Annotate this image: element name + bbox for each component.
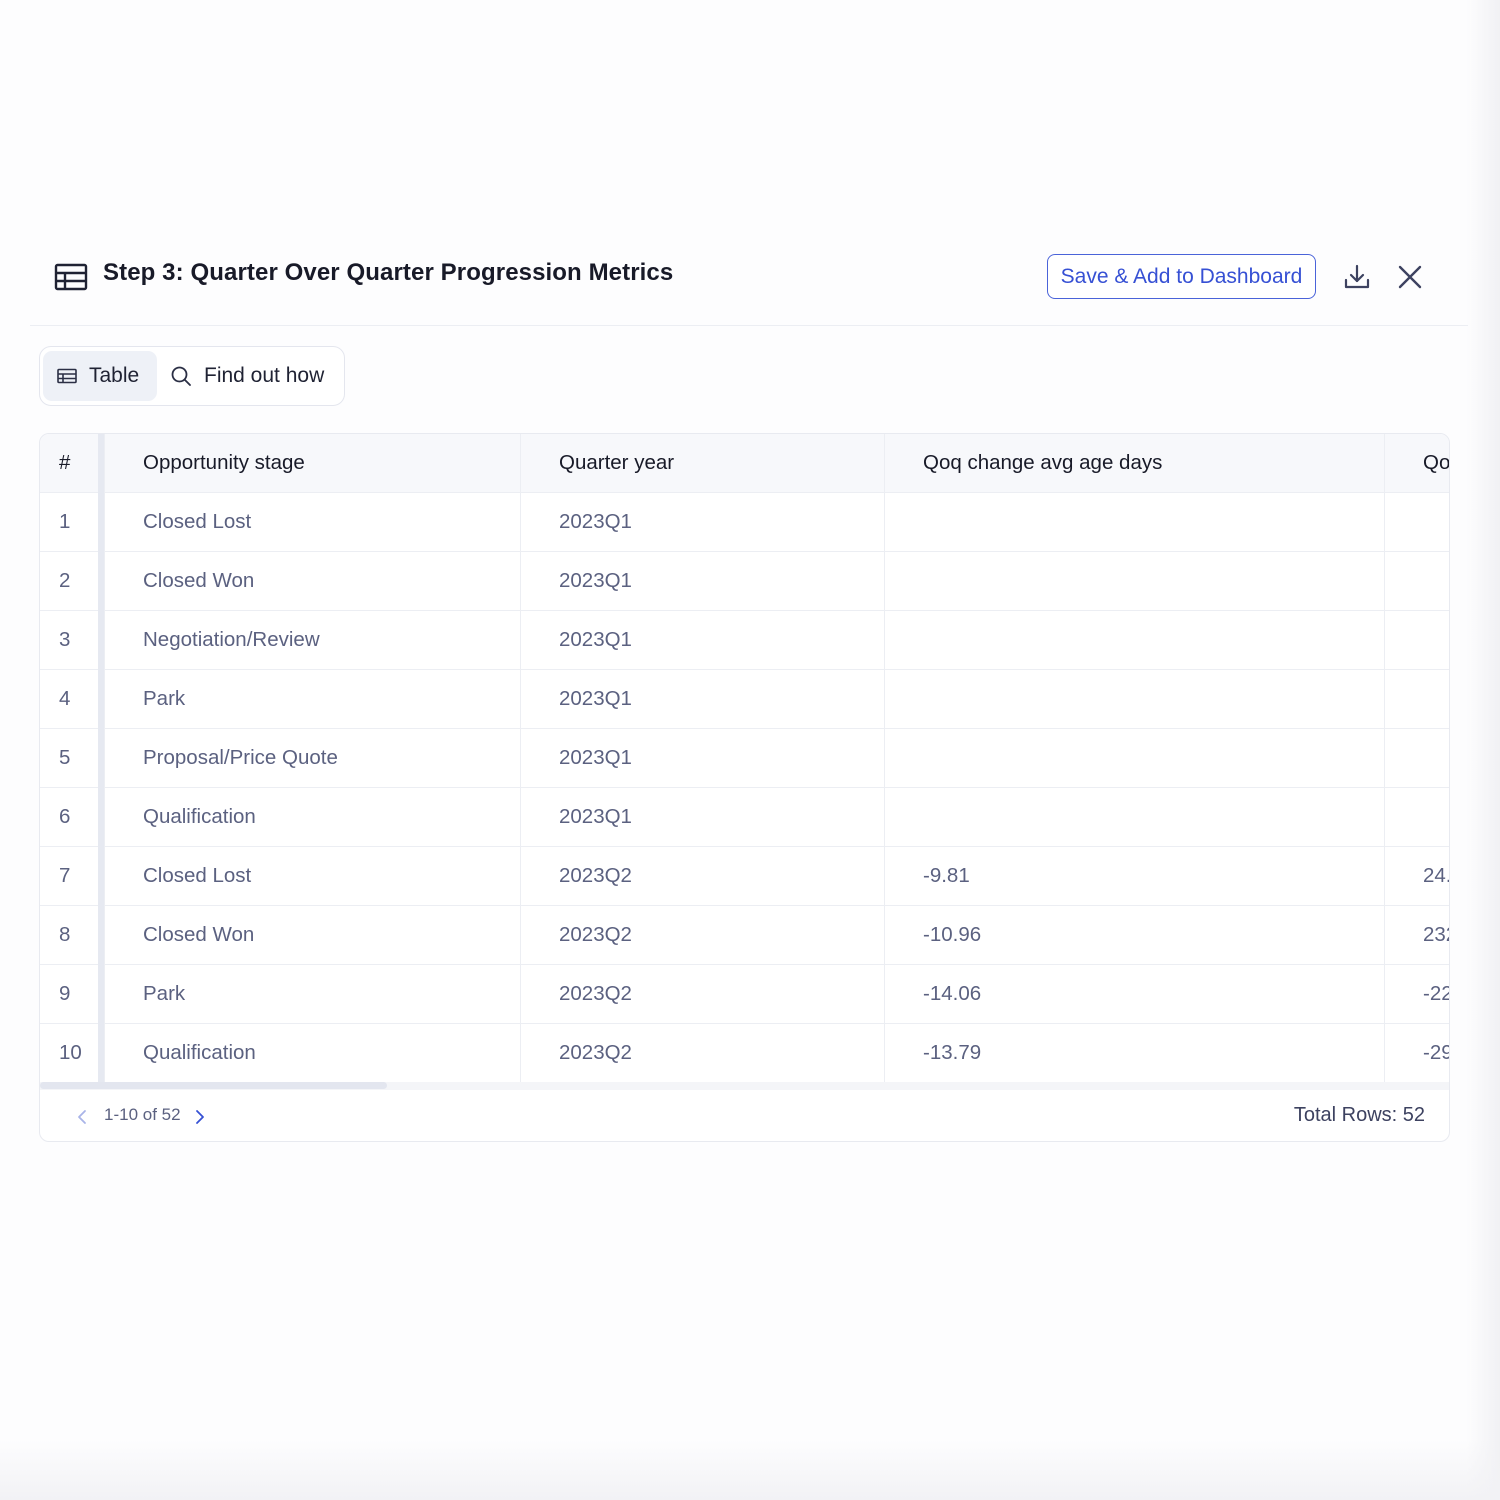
cell-qoq-change-avg-age-days: [884, 788, 1384, 846]
cell-qoq-change-avg-age-days: [884, 670, 1384, 728]
cell-truncated-value: -22: [1384, 965, 1449, 1023]
cell-truncated-value: 232: [1384, 906, 1449, 964]
table-row[interactable]: 8 Closed Won2023Q2-10.96232: [40, 906, 1449, 965]
table-row[interactable]: 6 Qualification 2023Q1: [40, 788, 1449, 847]
pagination-range: 1-10 of 52: [104, 1105, 181, 1124]
cell-qoq-change-avg-age-days: -9.81: [884, 847, 1384, 905]
cell-opportunity-stage: Closed Lost: [104, 493, 520, 551]
cell-qoq-change-avg-age-days: [884, 552, 1384, 610]
table-row[interactable]: 5 Proposal/Price Quote 2023Q1: [40, 729, 1449, 788]
chevron-left-icon[interactable]: [74, 1107, 90, 1127]
column-header-index[interactable]: #: [40, 434, 100, 492]
download-icon[interactable]: [1342, 262, 1372, 292]
cell-truncated-value: 24.: [1384, 847, 1449, 905]
table-row[interactable]: 1 Closed Lost 2023Q1: [40, 493, 1449, 552]
cell-row-index: 1: [59, 510, 71, 533]
cell-opportunity-stage: Park: [104, 965, 520, 1023]
horizontal-scrollbar-thumb[interactable]: [40, 1082, 387, 1089]
table-row[interactable]: 10 Qualification 2023Q2 -13.79 -29: [40, 1024, 1449, 1082]
cell-truncated-value: [1384, 670, 1449, 728]
cell-quarter-year: 2023Q1: [520, 552, 884, 610]
table-row[interactable]: 3 Negotiation/Review 2023Q1: [40, 611, 1449, 670]
table-icon: [54, 263, 88, 291]
cell-truncated-value: [1384, 611, 1449, 669]
column-header-truncated[interactable]: Qo: [1384, 434, 1449, 492]
cell-qoq-change-avg-age-days: -10.96: [884, 906, 1384, 964]
cell-quarter-year: 2023Q2: [520, 965, 884, 1023]
cell-opportunity-stage: Closed Won: [104, 906, 520, 964]
cell-opportunity-stage: Negotiation/Review: [104, 611, 520, 669]
cell-row-index: 3: [59, 628, 71, 651]
cell-opportunity-stage: Closed Lost: [104, 847, 520, 905]
view-toggle: Table Find out how: [39, 346, 345, 406]
bottom-edge-shade: [0, 1440, 1500, 1500]
tab-find-out-how[interactable]: Find out how: [170, 351, 340, 401]
cell-truncated-value: [1384, 729, 1449, 787]
cell-quarter-year: 2023Q1: [520, 670, 884, 728]
cell-truncated-value: -29: [1384, 1024, 1449, 1082]
table-row[interactable]: 7 Closed Lost 2023Q2 -9.81 24.: [40, 847, 1449, 906]
close-icon[interactable]: [1397, 264, 1423, 290]
cell-row-index: 10: [59, 1041, 82, 1064]
cell-quarter-year: 2023Q2: [520, 1024, 884, 1082]
cell-quarter-year: 2023Q1: [520, 493, 884, 551]
cell-opportunity-stage: Proposal/Price Quote: [104, 729, 520, 787]
cell-opportunity-stage: Closed Won: [104, 552, 520, 610]
cell-row-index: 2: [59, 569, 71, 592]
cell-truncated-value: [1384, 552, 1449, 610]
cell-opportunity-stage: Park: [104, 670, 520, 728]
cell-truncated-value: [1384, 493, 1449, 551]
cell-opportunity-stage: Qualification: [104, 1024, 520, 1082]
cell-opportunity-stage: Qualification: [104, 788, 520, 846]
tab-table-label: Table: [89, 364, 140, 387]
cell-qoq-change-avg-age-days: -13.79: [884, 1024, 1384, 1082]
page-title: Step 3: Quarter Over Quarter Progression…: [103, 259, 674, 286]
cell-row-index: 8: [59, 923, 71, 946]
table-header-row: # Opportunity stage Quarter year Qoq cha…: [40, 434, 1449, 493]
cell-qoq-change-avg-age-days: -14.06: [884, 965, 1384, 1023]
table-icon: [57, 368, 77, 384]
column-header-quarter-year[interactable]: Quarter year: [520, 434, 884, 492]
right-edge-shade: [1466, 0, 1500, 1500]
cell-row-index: 6: [59, 805, 71, 828]
cell-qoq-change-avg-age-days: [884, 611, 1384, 669]
cell-row-index: 7: [59, 864, 71, 887]
table-footer: 1-10 of 52 Total Rows: 52: [40, 1090, 1449, 1141]
cell-qoq-change-avg-age-days: [884, 729, 1384, 787]
pinned-column-divider: [98, 434, 104, 1082]
data-table: # Opportunity stage Quarter year Qoq cha…: [40, 434, 1449, 1082]
cell-truncated-value: [1384, 788, 1449, 846]
cell-row-index: 4: [59, 687, 71, 710]
tab-table[interactable]: Table: [43, 351, 157, 401]
cell-quarter-year: 2023Q1: [520, 611, 884, 669]
search-icon: [171, 366, 191, 386]
table-row[interactable]: 9 Park 2023Q2 -14.06 -22: [40, 965, 1449, 1024]
chevron-right-icon[interactable]: [192, 1107, 208, 1127]
column-header-opportunity-stage[interactable]: Opportunity stage: [104, 434, 520, 492]
column-header-qoq-change-avg-age-days[interactable]: Qoq change avg age days: [884, 434, 1384, 492]
cell-row-index: 9: [59, 982, 71, 1005]
cell-quarter-year: 2023Q1: [520, 729, 884, 787]
dialog-header: Step 3: Quarter Over Quarter Progression…: [30, 245, 1468, 326]
total-rows: Total Rows: 52: [1293, 1104, 1425, 1126]
cell-quarter-year: 2023Q2: [520, 847, 884, 905]
table-row[interactable]: 4 Park 2023Q1: [40, 670, 1449, 729]
data-table-card: # Opportunity stage Quarter year Qoq cha…: [39, 433, 1450, 1142]
cell-row-index: 5: [59, 746, 71, 769]
save-add-to-dashboard-button[interactable]: Save & Add to Dashboard: [1047, 254, 1316, 299]
page: Step 3: Quarter Over Quarter Progression…: [0, 0, 1500, 1500]
cell-qoq-change-avg-age-days: [884, 493, 1384, 551]
cell-quarter-year: 2023Q2: [520, 906, 884, 964]
table-row[interactable]: 2 Closed Won 2023Q1: [40, 552, 1449, 611]
tab-find-out-how-label: Find out how: [204, 364, 325, 387]
cell-quarter-year: 2023Q1: [520, 788, 884, 846]
